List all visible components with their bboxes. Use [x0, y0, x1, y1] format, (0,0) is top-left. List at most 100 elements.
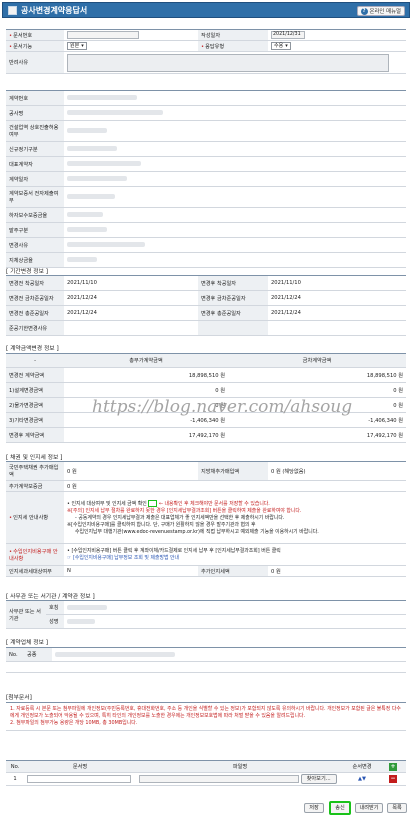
contract-field-label: 계약번호	[6, 90, 64, 106]
period-value: 2021/12/24	[64, 290, 198, 306]
amount-this-value: 0 원	[228, 382, 406, 398]
reason-label: 반려사유	[6, 51, 64, 74]
period-value: 2021/12/24	[268, 290, 406, 306]
purchase-notice-label: 수입인지비용구매 안내사항	[9, 548, 58, 562]
period-label: 변경후 착공일자	[198, 275, 268, 291]
officer-label: 사무관 또는 서기관	[6, 600, 46, 629]
bond-label: 국민주택채권 추가매입액	[6, 461, 64, 481]
company-col-name: 공종	[24, 647, 52, 662]
func-label: 문서기능	[13, 43, 33, 50]
contract-field-label: 건설업역 상호진출허용여부	[6, 120, 64, 142]
extra-stamp-label: 추가인지세액	[198, 565, 268, 577]
amount-total-value: 0 원	[64, 382, 228, 398]
amount-label: 2)물가변경금액	[6, 397, 64, 413]
confirm-checkbox[interactable]	[148, 499, 158, 507]
doc-no-field[interactable]	[67, 31, 139, 39]
period-section-title: [ 기간변경 정보 ]	[6, 269, 49, 275]
extra-deposit-label: 추가계약보증금	[6, 480, 64, 492]
period-value	[64, 320, 198, 336]
office-section-title: [ 사무관 또는 서기관 / 계약관 정보 ]	[6, 594, 95, 600]
period-value: 2021/12/24	[268, 305, 406, 321]
contract-row: 공사명	[6, 105, 406, 121]
amount-col-total: 총부가계약금액	[64, 353, 228, 368]
help-icon: ?	[360, 7, 368, 15]
reason-textarea[interactable]	[67, 53, 389, 72]
period-value: 2021/11/10	[268, 275, 406, 291]
bond-table: 국민주택채권 추가매입액 0 원 지방채추가매입액 0 원 (해당없음) 추가계…	[6, 461, 406, 577]
contract-row: 계약일자	[6, 171, 406, 187]
send-button[interactable]: 송신	[329, 801, 351, 815]
online-manual-button[interactable]: ? 온라인 매뉴얼	[356, 6, 405, 16]
company-section-title: [ 계약업체 정보 ]	[6, 640, 49, 646]
online-manual-label: 온라인 매뉴얼	[369, 9, 401, 15]
amount-label: 변경후 계약금액	[6, 427, 64, 443]
move-down-icon[interactable]: ▼	[362, 776, 366, 782]
region-bond-value: 0 원 (해당없음)	[268, 461, 406, 481]
top-form-table: •문서번호 작성일자 2021/12/31 •문서기능 원본 •응답유형 수용 …	[6, 29, 406, 74]
contract-row: 하자보수보증금율	[6, 207, 406, 223]
period-label: 변경전 금차준공일자	[6, 290, 64, 306]
bond-value: 0 원	[64, 461, 198, 481]
attach-notice: 1. 자료등록 시 본문 또는 첨부파일에 개인정보(주민등록번호, 휴대전화번…	[6, 702, 406, 731]
period-row: 변경전 총준공일자 2021/12/24 변경후 총준공일자 2021/12/24	[6, 305, 406, 321]
period-label: 변경전 총준공일자	[6, 305, 64, 321]
contract-field-value	[64, 186, 406, 208]
resp-type-label: 응답유형	[205, 43, 225, 50]
attach-col-doc: 문서명	[24, 760, 136, 773]
contract-field-label: 계약일자	[6, 171, 64, 187]
period-label	[198, 320, 268, 336]
attach-col-order: 순서변경	[344, 760, 380, 773]
contract-row: 발주구분	[6, 222, 406, 238]
office-table: 사무관 또는 서기관 호칭 성명	[6, 600, 406, 629]
period-label: 변경후 금차준공일자	[198, 290, 268, 306]
contract-field-label: 신규정기구분	[6, 141, 64, 157]
period-value: 2021/11/10	[64, 275, 198, 291]
watermark-text: https://blog.naver.com/ahsoug	[92, 397, 353, 417]
amount-total-value: 17,492,170 원	[64, 427, 228, 443]
browse-button[interactable]: 찾아보기...	[300, 774, 337, 784]
contract-field-value	[64, 207, 406, 223]
company-col-no: No.	[6, 647, 24, 662]
stamp-notice: • 인지세 대상여부 및 인지세 금액 확인 ← 내용확인 후 체크해야만 문서…	[64, 491, 406, 544]
amount-this-value: 17,492,170 원	[228, 427, 406, 443]
doc-no-label: 문서번호	[13, 32, 33, 39]
contract-row: 지체상금율	[6, 252, 406, 268]
list-button[interactable]: 목록	[387, 803, 407, 813]
download-button[interactable]: 내려받기	[355, 803, 383, 813]
attach-doc-name-input[interactable]	[27, 775, 131, 783]
add-row-icon[interactable]: +	[389, 762, 397, 771]
contract-field-label: 하자보수보증금율	[6, 207, 64, 223]
company-table: No. 공종	[6, 647, 406, 673]
func-select[interactable]: 원본	[67, 42, 87, 50]
resp-type-select[interactable]: 수용	[271, 42, 291, 50]
contract-row: 신규정기구분	[6, 141, 406, 157]
contract-row: 대표계약자	[6, 156, 406, 172]
contract-field-label: 변경사유	[6, 237, 64, 253]
amount-label: 1)설계변경금액	[6, 382, 64, 398]
purchase-guide-link[interactable]: ☞ [수입인지비용구매] 납부정보 조회 및 제출방법 안내	[67, 555, 403, 562]
amount-row: 변경전 계약금액 18,898,510 원 18,898,510 원	[6, 367, 406, 383]
contract-field-label: 공사명	[6, 105, 64, 121]
period-value: 2021/12/24	[64, 305, 198, 321]
window-titlebar: 공사변경계약응답서 ? 온라인 매뉴얼	[2, 2, 410, 18]
amount-row: 1)설계변경금액 0 원0 원	[6, 382, 406, 398]
page-title: 공사변경계약응답서	[21, 5, 88, 15]
contract-row: 건설업역 상호진출허용여부	[6, 120, 406, 142]
contract-field-value	[64, 252, 406, 268]
extra-deposit-value: 0 원	[64, 480, 406, 492]
contract-row: 계약번호	[6, 90, 406, 106]
officer-title-label: 호칭	[46, 600, 64, 615]
contract-row: 변경사유	[6, 237, 406, 253]
amount-total-value: 18,898,510 원	[64, 367, 228, 383]
period-label: 변경후 총준공일자	[198, 305, 268, 321]
save-button[interactable]: 저장	[304, 803, 324, 813]
attach-file-input[interactable]	[139, 775, 299, 783]
period-row: 준공기한변경사유	[6, 320, 406, 336]
period-label: 준공기한변경사유	[6, 320, 64, 336]
amount-row: 변경후 계약금액 17,492,170 원 17,492,170 원	[6, 427, 406, 443]
date-field[interactable]: 2021/12/31	[271, 31, 305, 39]
amount-this-value: 18,898,510 원	[228, 367, 406, 383]
purchase-notice: • [수입인지비용구매] 버튼 클릭 후 계좌이체/카드결제로 인지세 납부 후…	[64, 543, 406, 566]
stamp-tax-target-value: N	[64, 565, 198, 577]
delete-row-icon[interactable]: −	[389, 775, 397, 783]
